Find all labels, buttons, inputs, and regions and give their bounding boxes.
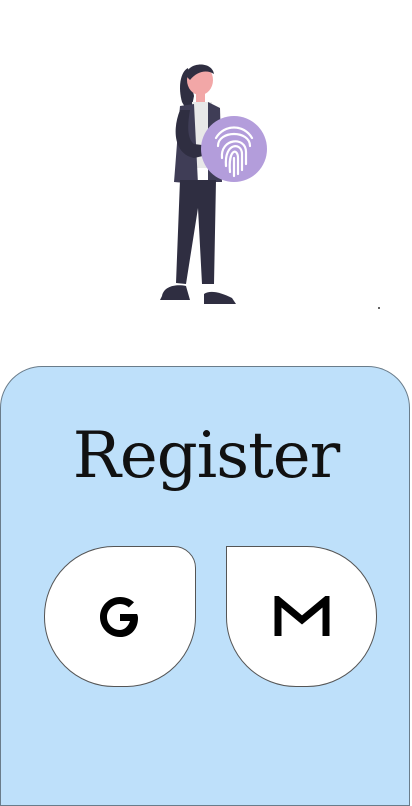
decorative-dot [378,307,380,309]
fingerprint-illustration [150,58,270,313]
google-sign-in-button[interactable] [44,546,196,687]
gmail-sign-in-button[interactable] [226,546,377,687]
gmail-m-icon [274,595,330,638]
google-g-icon [97,594,143,640]
page-title: Register [72,419,341,493]
